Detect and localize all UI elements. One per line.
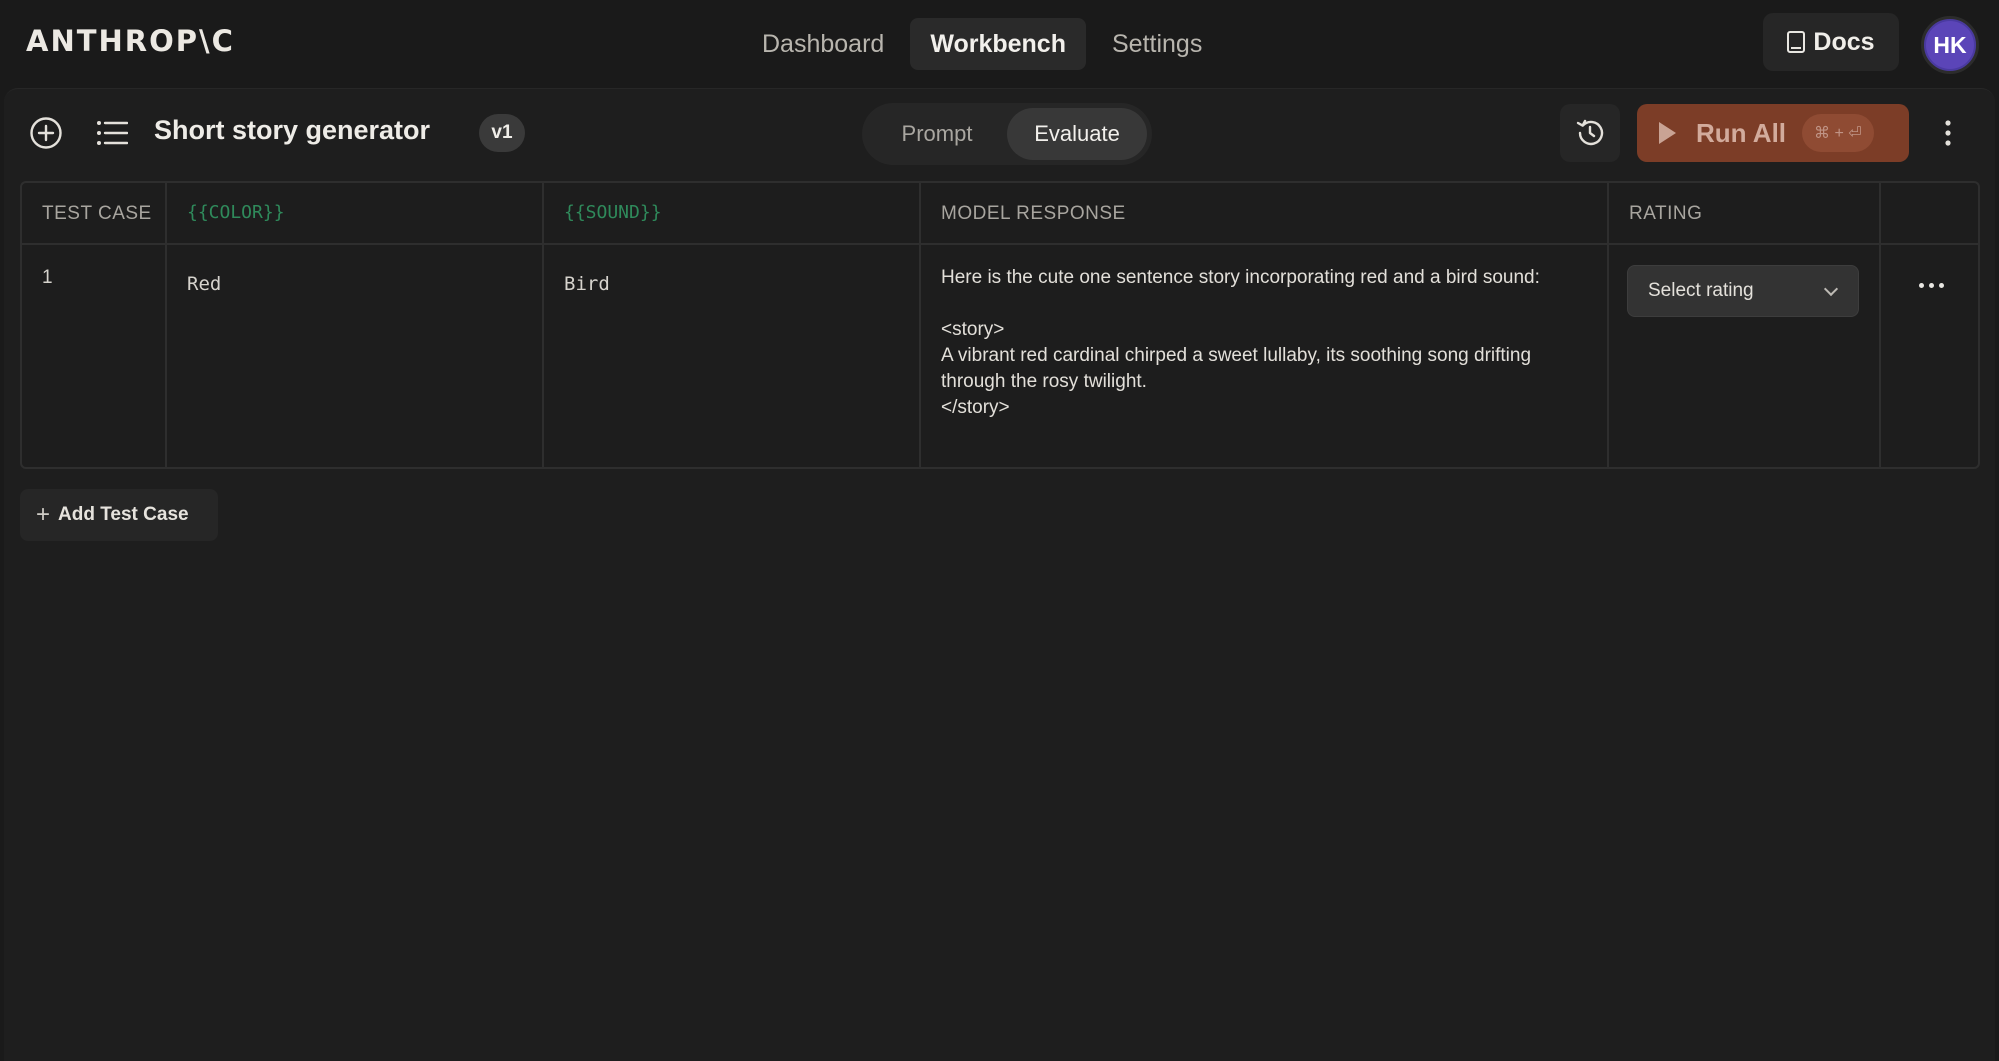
history-button[interactable]	[1560, 104, 1620, 162]
plus-circle-icon	[29, 116, 63, 150]
chevron-down-icon	[1824, 282, 1838, 296]
play-icon	[1659, 122, 1676, 144]
book-icon	[1787, 31, 1805, 53]
cell-color-value[interactable]: Red	[167, 245, 544, 469]
prompt-title[interactable]: Short story generator	[154, 115, 430, 146]
header-cell-test-case: TEST CASE	[22, 183, 167, 243]
header-test-case: TEST CASE	[42, 203, 152, 225]
mode-tab-prompt[interactable]: Prompt	[867, 108, 1007, 160]
table-header-row: TEST CASE {{COLOR}} {{SOUND}} MODEL RESP…	[22, 183, 1978, 245]
anthropic-logo[interactable]: ANTHROP\C	[26, 24, 235, 58]
main-nav: Dashboard Workbench Settings	[742, 18, 1222, 70]
color-value[interactable]: Red	[187, 273, 221, 295]
rating-select-placeholder: Select rating	[1648, 280, 1754, 302]
test-case-number: 1	[42, 267, 53, 289]
header-cell-sound: {{SOUND}}	[544, 183, 921, 243]
sound-value[interactable]: Bird	[564, 273, 610, 295]
header-cell-response: MODEL RESPONSE	[921, 183, 1609, 243]
cell-rating: Select rating	[1609, 245, 1881, 469]
dot-icon	[1929, 283, 1934, 288]
rating-select[interactable]: Select rating	[1627, 265, 1859, 317]
model-response-text: Here is the cute one sentence story inco…	[941, 265, 1581, 421]
dot-icon	[1919, 283, 1924, 288]
run-all-label: Run All	[1696, 118, 1786, 149]
header-cell-rating: RATING	[1609, 183, 1881, 243]
add-test-case-label: Add Test Case	[58, 504, 189, 526]
nav-tab-settings[interactable]: Settings	[1092, 18, 1222, 70]
top-nav-bar: ANTHROP\C Dashboard Workbench Settings D…	[0, 0, 1999, 88]
mode-tab-evaluate[interactable]: Evaluate	[1007, 108, 1147, 160]
dot-icon	[1939, 283, 1944, 288]
header-rating: RATING	[1629, 203, 1702, 225]
vertical-dots-icon	[1944, 119, 1952, 147]
docs-label: Docs	[1813, 28, 1874, 57]
row-more-button[interactable]	[1911, 273, 1951, 297]
workbench-panel: Short story generator v1 Prompt Evaluate…	[4, 88, 1995, 1061]
nav-tab-workbench[interactable]: Workbench	[910, 18, 1086, 70]
header-color-variable: {{COLOR}}	[187, 202, 285, 223]
prompt-toolbar: Short story generator v1 Prompt Evaluate…	[4, 89, 1995, 179]
user-avatar[interactable]: HK	[1921, 16, 1979, 74]
evaluation-table: TEST CASE {{COLOR}} {{SOUND}} MODEL RESP…	[20, 181, 1980, 469]
more-options-button[interactable]	[1928, 111, 1968, 155]
cell-sound-value[interactable]: Bird	[544, 245, 921, 469]
plus-icon: +	[36, 503, 50, 527]
nav-tab-dashboard[interactable]: Dashboard	[742, 18, 904, 70]
list-icon	[96, 120, 128, 146]
cell-model-response: Here is the cute one sentence story inco…	[921, 245, 1609, 469]
add-test-case-button[interactable]: + Add Test Case	[20, 489, 218, 541]
header-sound-variable: {{SOUND}}	[564, 202, 662, 223]
cell-row-actions	[1881, 245, 1980, 469]
history-icon	[1574, 117, 1606, 149]
header-cell-color: {{COLOR}}	[167, 183, 544, 243]
header-cell-actions	[1881, 183, 1980, 243]
cell-test-case-id: 1	[22, 245, 167, 469]
mode-toggle: Prompt Evaluate	[862, 103, 1152, 165]
version-badge[interactable]: v1	[479, 114, 525, 152]
table-row: 1 Red Bird Here is the cute one sentence…	[22, 245, 1978, 469]
prompt-list-button[interactable]	[90, 111, 134, 155]
run-all-button[interactable]: Run All ⌘ + ⏎	[1637, 104, 1909, 162]
docs-button[interactable]: Docs	[1763, 13, 1899, 71]
header-model-response: MODEL RESPONSE	[941, 203, 1126, 225]
new-prompt-button[interactable]	[24, 111, 68, 155]
run-shortcut-hint: ⌘ + ⏎	[1802, 114, 1874, 152]
